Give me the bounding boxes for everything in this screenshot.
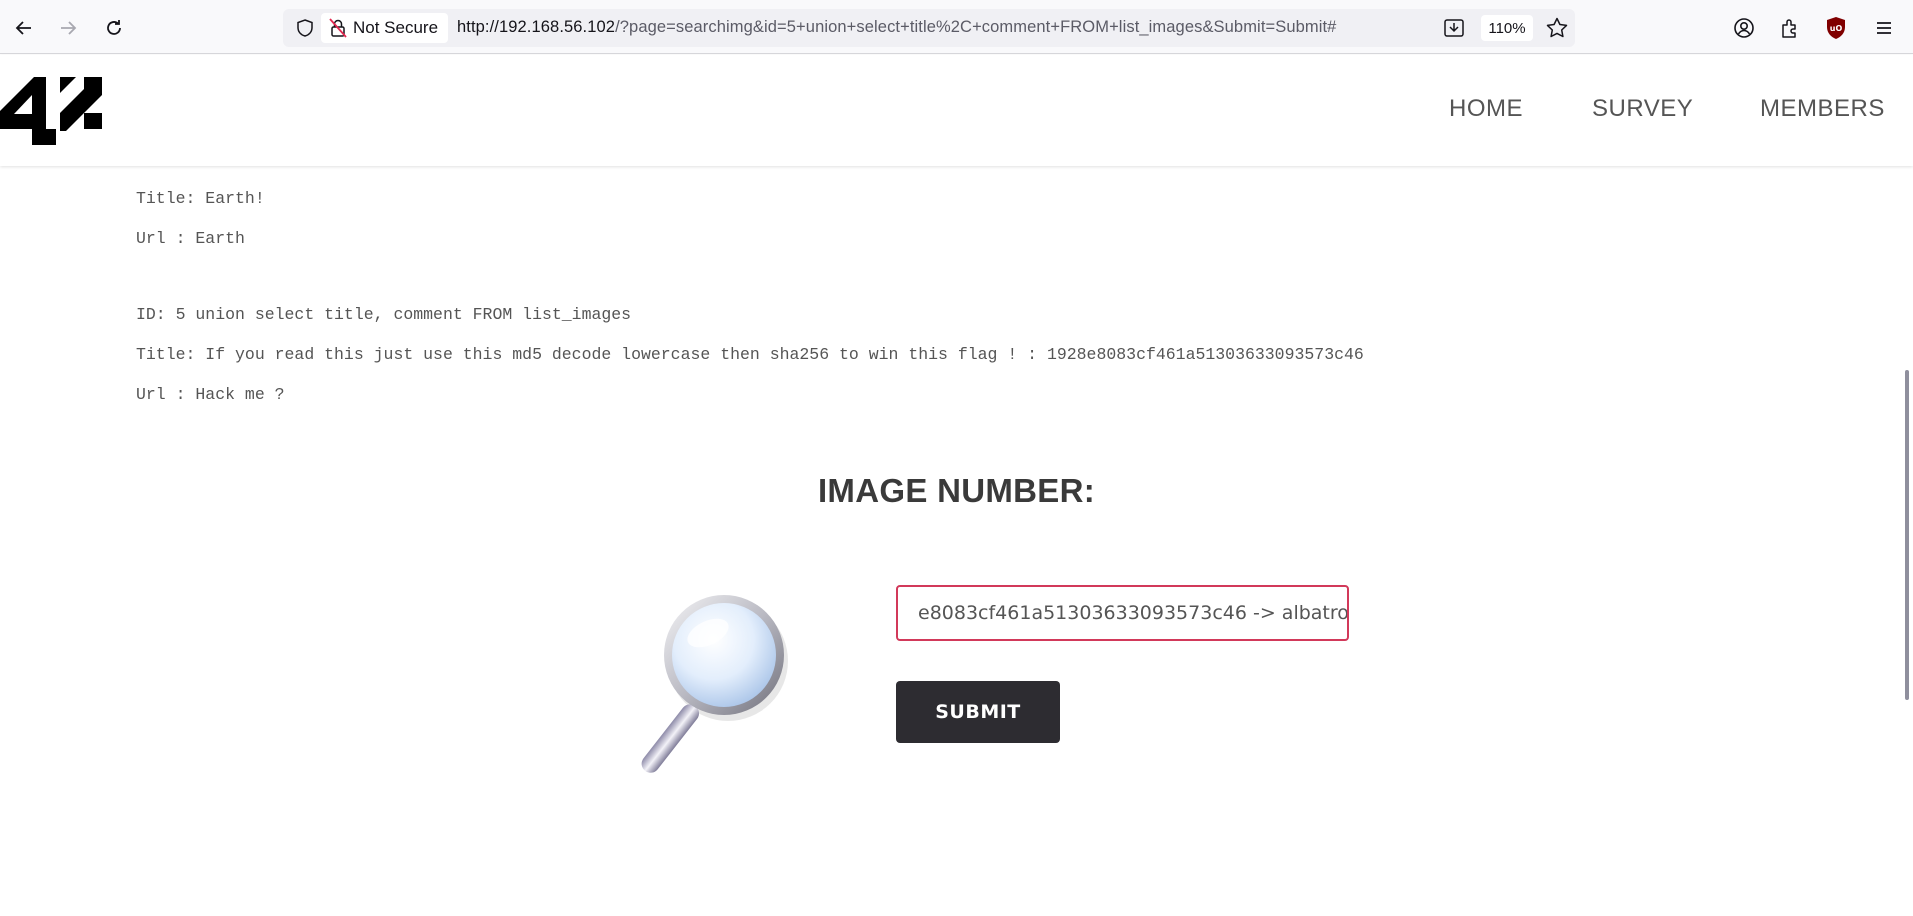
forward-arrow-icon bbox=[61, 21, 77, 35]
site-header: HOME SURVEY MEMBERS bbox=[0, 55, 1913, 166]
magnifying-glass-icon bbox=[641, 595, 788, 773]
address-bar[interactable]: Not Secure http://192.168.56.102/?page=s… bbox=[283, 9, 1575, 47]
reload-button[interactable] bbox=[98, 12, 130, 44]
result-url: Url : Hack me ? bbox=[136, 385, 285, 404]
42-logo[interactable] bbox=[0, 73, 102, 148]
nav-home-link[interactable]: HOME bbox=[1449, 95, 1523, 123]
submit-button[interactable]: SUBMIT bbox=[896, 681, 1060, 743]
image-number-input[interactable]: e8083cf461a51303633093573c46 -> albatroz bbox=[896, 585, 1349, 641]
insecure-lock-icon bbox=[329, 18, 347, 38]
result-url: Url : Earth bbox=[136, 229, 245, 248]
account-button[interactable] bbox=[1731, 15, 1757, 41]
url-text[interactable]: http://192.168.56.102/?page=searchimg&id… bbox=[457, 18, 1336, 37]
app-menu-button[interactable] bbox=[1871, 15, 1897, 41]
save-to-pocket-icon[interactable] bbox=[1443, 17, 1465, 39]
ublock-shield-icon: uO bbox=[1827, 17, 1845, 39]
security-indicator[interactable]: Not Secure bbox=[321, 13, 449, 43]
forward-button[interactable] bbox=[52, 12, 84, 44]
zoom-level-button[interactable]: 110% bbox=[1481, 15, 1533, 41]
extensions-button[interactable] bbox=[1777, 15, 1803, 41]
browser-toolbar: Not Secure http://192.168.56.102/?page=s… bbox=[0, 0, 1913, 54]
ublock-button[interactable]: uO bbox=[1823, 15, 1849, 41]
result-title: Title: Earth! bbox=[136, 189, 265, 208]
result-id: ID: 5 union select title, comment FROM l… bbox=[136, 305, 632, 324]
nav-survey-link[interactable]: SURVEY bbox=[1592, 95, 1693, 123]
puzzle-piece-icon bbox=[1782, 19, 1796, 38]
page-scrollbar[interactable] bbox=[1905, 370, 1909, 700]
security-label: Not Secure bbox=[353, 18, 439, 37]
back-button[interactable] bbox=[8, 12, 40, 44]
nav-members-link[interactable]: MEMBERS bbox=[1760, 95, 1885, 123]
account-icon bbox=[1734, 18, 1754, 38]
back-arrow-icon bbox=[15, 21, 31, 35]
reload-icon bbox=[107, 20, 121, 35]
result-title: Title: If you read this just use this md… bbox=[136, 345, 1364, 364]
hamburger-menu-icon bbox=[1877, 22, 1891, 34]
svg-text:uO: uO bbox=[1830, 24, 1843, 33]
form-heading: IMAGE NUMBER: bbox=[817, 472, 1096, 509]
url-path: /?page=searchimg&id=5+union+select+title… bbox=[615, 18, 1337, 36]
bookmark-star-icon[interactable] bbox=[1545, 16, 1569, 40]
tracking-shield-icon[interactable] bbox=[295, 18, 315, 38]
url-host: http://192.168.56.102 bbox=[457, 18, 616, 36]
input-value: e8083cf461a51303633093573c46 -> albatroz bbox=[918, 602, 1349, 624]
